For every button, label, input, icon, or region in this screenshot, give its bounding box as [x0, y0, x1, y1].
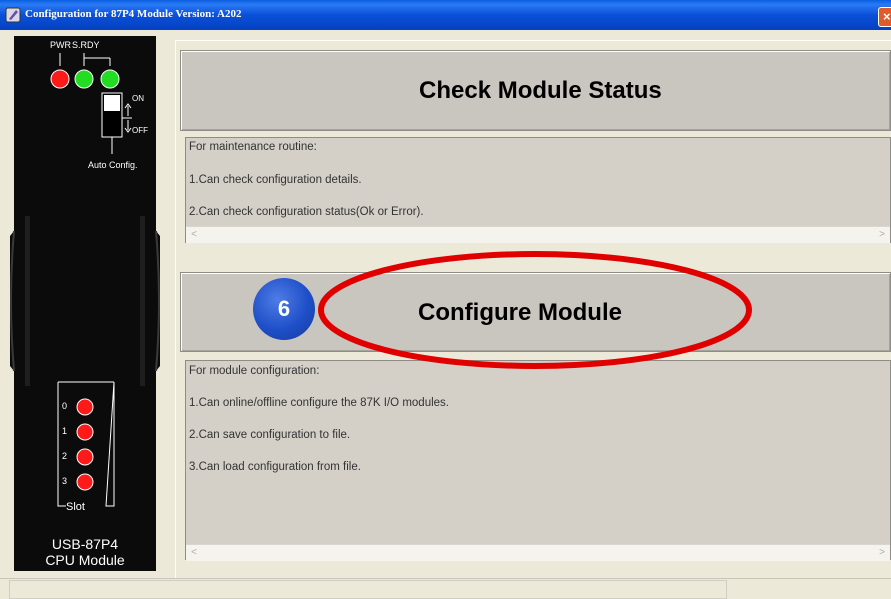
check-module-status-button[interactable]: Check Module Status [180, 50, 891, 131]
slot-number: 0 [62, 401, 68, 411]
module-model: USB-87P4 [51, 536, 119, 552]
module-body [10, 36, 160, 571]
module-panel: PWR S.RDY ON OFF Auto Config. 0 1 2 3 Sl… [10, 36, 160, 571]
horizontal-scrollbar[interactable]: < > [186, 544, 890, 561]
cpu-module-label: CPU Module [45, 552, 125, 568]
slot-3-led [76, 473, 94, 491]
slot-1-led [76, 423, 94, 441]
step-number-badge: 6 [253, 278, 315, 340]
close-button[interactable]: × [878, 7, 891, 27]
srdy-label: S.RDY [72, 40, 100, 50]
config-window: Configuration for 87P4 Module Version: A… [0, 0, 891, 599]
scroll-left-icon[interactable]: < [188, 547, 200, 558]
configure-description: For module configuration: 1.Can online/o… [185, 360, 891, 561]
slot-number: 3 [62, 476, 68, 486]
app-icon [5, 7, 21, 23]
step-number: 6 [277, 296, 291, 321]
close-icon: × [883, 9, 891, 24]
description-line: 1.Can check configuration details. [189, 174, 362, 186]
scroll-left-icon[interactable]: < [188, 229, 200, 240]
switch-on-label: ON [132, 94, 144, 103]
switch-off-label: OFF [132, 126, 148, 135]
slot-number: 1 [62, 426, 68, 436]
slot-2-led [76, 448, 94, 466]
horizontal-scrollbar[interactable]: < > [186, 226, 890, 243]
description-line: 1.Can online/offline configure the 87K I… [189, 397, 449, 409]
pwr-led [50, 69, 70, 89]
slot-label: Slot [66, 501, 85, 513]
description-line: For module configuration: [189, 365, 320, 377]
status-bar [0, 578, 891, 599]
check-module-status-label: Check Module Status [419, 77, 662, 104]
status-pane [9, 580, 727, 599]
description-line: For maintenance routine: [189, 141, 317, 153]
pwr-label: PWR [50, 40, 71, 50]
scroll-right-icon[interactable]: > [876, 547, 888, 558]
srdy-led [74, 69, 94, 89]
slot-0-led [76, 398, 94, 416]
configure-module-label: Configure Module [418, 299, 622, 326]
title-bar: Configuration for 87P4 Module Version: A… [0, 0, 891, 30]
window-title: Configuration for 87P4 Module Version: A… [25, 8, 242, 20]
check-status-description: For maintenance routine: 1.Can check con… [185, 137, 891, 243]
status-led [100, 69, 120, 89]
description-line: 2.Can check configuration status(Ok or E… [189, 206, 424, 218]
slot-number: 2 [62, 451, 68, 461]
description-line: 3.Can load configuration from file. [189, 461, 361, 473]
auto-config-label: Auto Config. [88, 160, 138, 170]
scroll-right-icon[interactable]: > [876, 229, 888, 240]
description-line: 2.Can save configuration to file. [189, 429, 351, 441]
